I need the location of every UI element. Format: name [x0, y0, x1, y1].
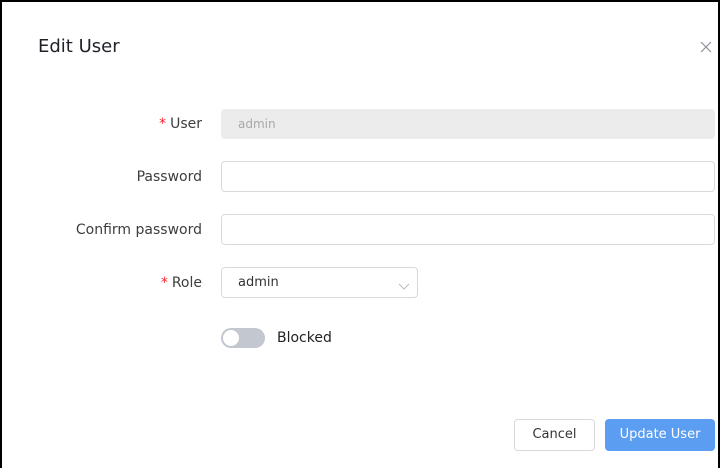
user-input	[221, 109, 715, 139]
cancel-button[interactable]: Cancel	[514, 419, 595, 451]
required-mark: *	[160, 275, 168, 291]
blocked-toggle[interactable]	[221, 328, 265, 348]
role-select-value: admin	[238, 275, 279, 290]
blocked-label: Blocked	[277, 330, 332, 346]
confirm-password-input[interactable]	[221, 214, 715, 245]
toggle-knob	[223, 330, 239, 346]
edit-user-dialog: Edit User *User Password Confirm passwor…	[0, 0, 720, 468]
chevron-down-icon	[398, 277, 410, 290]
role-label: * Role	[160, 275, 202, 291]
password-input[interactable]	[221, 161, 715, 192]
close-icon[interactable]	[699, 39, 713, 53]
role-select[interactable]: admin	[221, 267, 418, 298]
dialog-title: Edit User	[38, 36, 120, 57]
update-user-button[interactable]: Update User	[605, 419, 715, 451]
password-label: Password	[136, 169, 202, 185]
confirm-password-label: Confirm password	[75, 222, 202, 238]
user-label: * User	[159, 116, 202, 132]
required-mark: *	[159, 116, 167, 132]
